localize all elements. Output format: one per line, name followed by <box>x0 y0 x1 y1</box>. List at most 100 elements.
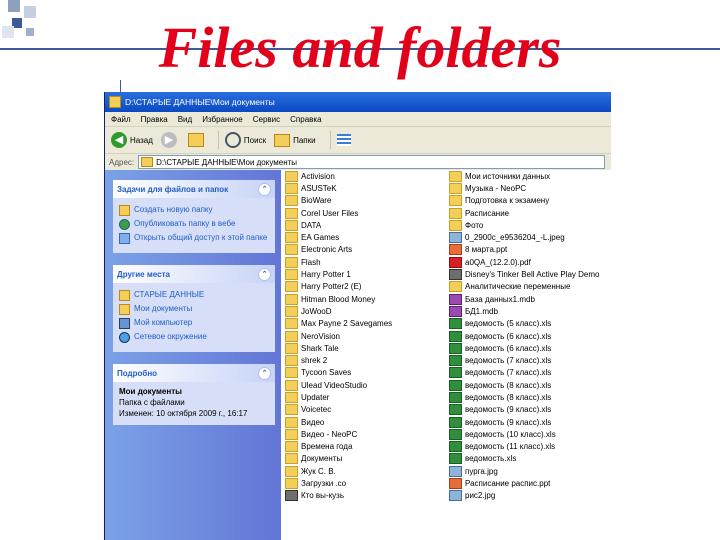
file-item[interactable]: Updater <box>285 391 392 403</box>
window-titlebar[interactable]: D:\СТАРЫЕ ДАННЫЕ\Мои документы <box>105 92 611 112</box>
file-item[interactable]: DATA <box>285 219 392 231</box>
file-item[interactable]: Hitman Blood Money <box>285 293 392 305</box>
file-item[interactable]: ведомость (9 класс).xls <box>449 416 599 428</box>
ppt-icon <box>449 478 462 490</box>
file-name: рис2.jpg <box>465 491 496 501</box>
file-item[interactable]: Tycoon Saves <box>285 367 392 379</box>
file-item[interactable]: EA Games <box>285 231 392 244</box>
file-item[interactable]: ASUSTeK <box>285 182 392 194</box>
file-name: Disney's Tinker Bell Active Play Demo <box>465 270 600 280</box>
file-item[interactable]: Музыка - NeoPC <box>449 182 599 194</box>
file-item[interactable]: ведомость (9 класс).xls <box>449 404 599 416</box>
file-item[interactable]: Ulead VideoStudio <box>285 379 392 391</box>
file-item[interactable]: 0_2900c_e9536204_-L.jpeg <box>449 231 599 244</box>
task-share-folder[interactable]: Открыть общий доступ к этой папке <box>119 233 269 244</box>
file-item[interactable]: JoWooD <box>285 305 392 317</box>
file-item[interactable]: Harry Potter 1 <box>285 268 392 281</box>
file-item[interactable]: ведомость (6 класс).xls <box>449 330 599 342</box>
details-modified: Изменен: 10 октября 2009 г., 16:17 <box>119 409 248 418</box>
file-item[interactable]: ведомость (8 класс).xls <box>449 391 599 403</box>
menu-edit[interactable]: Правка <box>141 115 168 124</box>
places-panel-header[interactable]: Другие места ⌃ <box>113 265 275 283</box>
tasks-panel-header[interactable]: Задачи для файлов и папок ⌃ <box>113 180 275 198</box>
views-button[interactable] <box>336 134 351 146</box>
file-item[interactable]: a0QA_(12.2.0).pdf <box>449 256 599 268</box>
file-item[interactable]: Жук С. В. <box>285 465 392 477</box>
file-item[interactable]: БД1.mdb <box>449 305 599 317</box>
file-item[interactable]: Аналитические переменные <box>449 281 599 293</box>
file-item[interactable]: ведомость.xls <box>449 453 599 465</box>
file-item[interactable]: Max Payne 2 Savegames <box>285 318 392 330</box>
collapse-icon[interactable]: ⌃ <box>258 182 271 196</box>
file-item[interactable]: Corel User Files <box>285 207 392 219</box>
file-item[interactable]: ведомость (10 класс).xls <box>449 428 599 440</box>
menu-help[interactable]: Справка <box>290 115 321 124</box>
menu-favorites[interactable]: Избранное <box>202 115 243 124</box>
file-name: NeroVision <box>301 331 340 341</box>
file-item[interactable]: Electronic Arts <box>285 244 392 256</box>
explorer-window: D:\СТАРЫЕ ДАННЫЕ\Мои документы Файл Прав… <box>104 92 611 540</box>
file-item[interactable]: Подготовка к экзамену <box>449 195 599 207</box>
folder-icon <box>285 342 298 354</box>
menu-view[interactable]: Вид <box>178 115 192 124</box>
place-my-computer[interactable]: Мой компьютер <box>119 318 269 329</box>
address-input[interactable]: D:\СТАРЫЕ ДАННЫЕ\Мои документы <box>138 155 605 169</box>
pdf-icon <box>449 256 462 268</box>
file-item[interactable]: Расписание распис.ppt <box>449 477 599 490</box>
file-item[interactable]: BioWare <box>285 195 392 207</box>
file-item[interactable]: рис2.jpg <box>449 490 599 502</box>
file-item[interactable]: ведомость (8 класс).xls <box>449 379 599 391</box>
place-my-documents[interactable]: Мои документы <box>119 304 269 315</box>
collapse-icon[interactable]: ⌃ <box>258 366 271 380</box>
folders-button[interactable]: Папки <box>274 133 316 147</box>
file-item[interactable]: Документы <box>285 453 392 465</box>
file-item[interactable]: Загрузки .co <box>285 477 392 490</box>
place-network[interactable]: Сетевое окружение <box>119 332 269 343</box>
file-item[interactable]: NeroVision <box>285 330 392 342</box>
search-button[interactable]: Поиск <box>224 132 266 148</box>
back-button[interactable]: ◀ Назад <box>111 132 153 148</box>
place-label: Мои документы <box>134 304 193 313</box>
collapse-icon[interactable]: ⌃ <box>258 267 271 281</box>
file-item[interactable]: shrek 2 <box>285 354 392 367</box>
file-item[interactable]: Shark Tale <box>285 342 392 354</box>
file-item[interactable]: Harry Potter2 (E) <box>285 281 392 293</box>
file-item[interactable]: Времена года <box>285 441 392 453</box>
task-publish-web[interactable]: Опубликовать папку в вебе <box>119 219 269 230</box>
up-button[interactable] <box>187 133 204 147</box>
address-bar: Адрес: D:\СТАРЫЕ ДАННЫЕ\Мои документы <box>105 154 611 171</box>
file-item[interactable]: ведомость (11 класс).xls <box>449 441 599 453</box>
file-item[interactable]: Фото <box>449 219 599 231</box>
file-name: 8 марта.ppt <box>465 245 508 255</box>
file-item[interactable]: ведомость (5 класс).xls <box>449 318 599 330</box>
file-item[interactable]: 8 марта.ppt <box>449 244 599 256</box>
file-item[interactable]: Кто вы-кузь <box>285 490 392 502</box>
file-item[interactable]: Видео - NeoPC <box>285 428 392 440</box>
menu-file[interactable]: Файл <box>111 115 131 124</box>
file-name: Расписание <box>465 208 510 218</box>
folder-icon <box>449 207 462 219</box>
file-item[interactable]: пурга.jpg <box>449 465 599 477</box>
folder-icon <box>285 318 298 330</box>
menu-tools[interactable]: Сервис <box>253 115 280 124</box>
network-icon <box>119 332 130 343</box>
forward-button[interactable]: ▶ <box>160 132 180 148</box>
file-item[interactable]: ведомость (7 класс).xls <box>449 367 599 379</box>
file-item[interactable]: База данных1.mdb <box>449 293 599 305</box>
file-item[interactable]: Видео <box>285 416 392 428</box>
task-new-folder[interactable]: Создать новую папку <box>119 205 269 216</box>
file-item[interactable]: Activision <box>285 170 392 182</box>
file-item[interactable]: Расписание <box>449 207 599 219</box>
folder-icon <box>285 293 298 305</box>
details-panel-header[interactable]: Подробно ⌃ <box>113 364 275 382</box>
file-item[interactable]: ведомость (7 класс).xls <box>449 354 599 367</box>
file-item[interactable]: ведомость (6 класс).xls <box>449 342 599 354</box>
file-name: Жук С. В. <box>301 466 336 476</box>
file-item[interactable]: Disney's Tinker Bell Active Play Demo <box>449 268 600 281</box>
xls-icon <box>449 404 462 416</box>
file-item[interactable]: Voicetec <box>285 404 392 416</box>
file-item[interactable]: Flash <box>285 256 392 268</box>
place-old-data[interactable]: СТАРЫЕ ДАННЫЕ <box>119 290 269 301</box>
file-item[interactable]: Мои источники данных <box>449 170 599 182</box>
folder-icon <box>285 391 298 403</box>
